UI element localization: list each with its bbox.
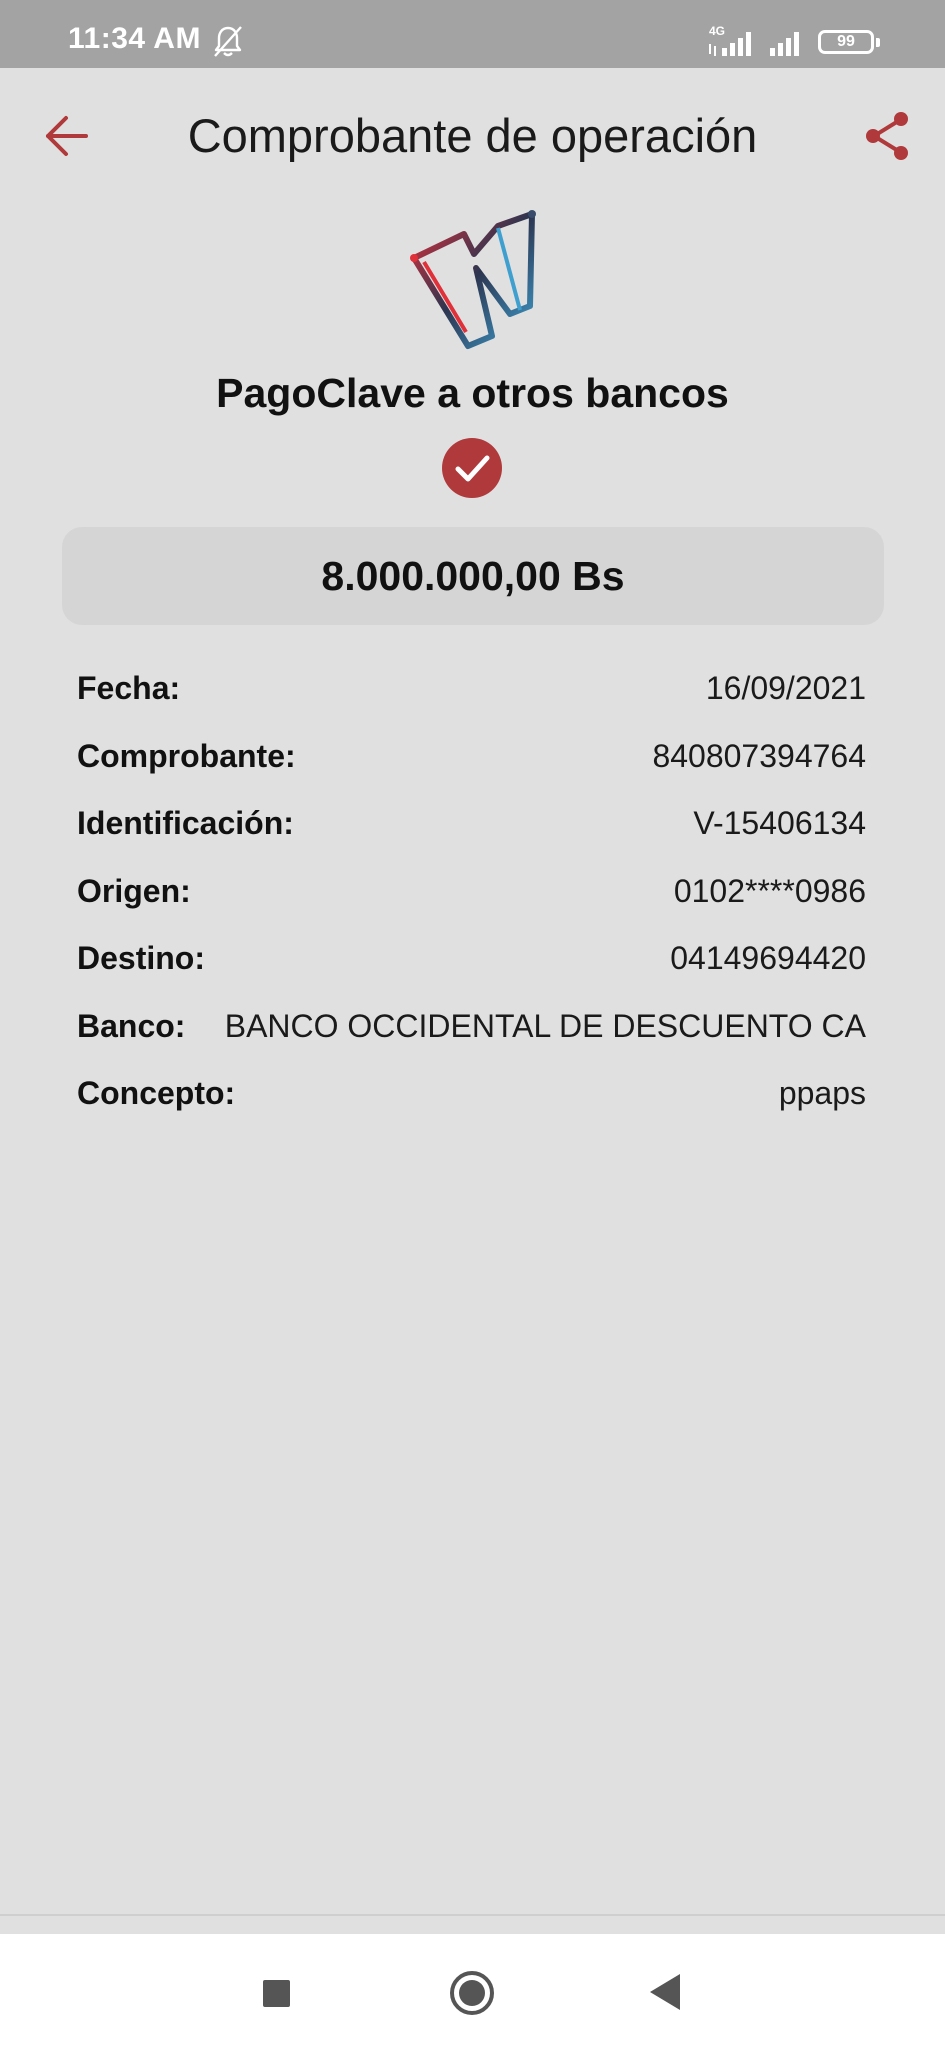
amount-value: 8.000.000,00 Bs <box>321 552 625 599</box>
status-bar: 11:34 AM 4G 99 <box>0 0 945 68</box>
recents-square-icon[interactable] <box>263 1980 290 2007</box>
detail-row-fecha: Fecha: 16/09/2021 <box>77 655 866 723</box>
app-bar: Comprobante de operación <box>0 68 945 208</box>
divider <box>0 1914 945 1916</box>
detail-row-concepto: Concepto: ppaps <box>77 1060 866 1128</box>
detail-label: Comprobante: <box>77 737 296 774</box>
detail-value: ppaps <box>778 1075 866 1112</box>
detail-label: Origen: <box>77 872 191 909</box>
status-time: 11:34 AM <box>68 22 201 55</box>
detail-value: V-15406134 <box>693 805 866 842</box>
signal-icon <box>770 32 799 56</box>
home-circle-icon[interactable] <box>449 1970 495 2016</box>
bank-logo <box>410 210 536 349</box>
details-list: Fecha: 16/09/2021 Comprobante: 840807394… <box>77 655 866 1128</box>
detail-value: BANCO OCCIDENTAL DE DESCUENTO CA <box>224 1007 866 1044</box>
detail-row-comprobante: Comprobante: 840807394764 <box>77 723 866 791</box>
bell-off-icon <box>214 26 242 57</box>
detail-label: Banco: <box>77 1007 186 1044</box>
detail-label: Concepto: <box>77 1075 236 1112</box>
system-nav-bar <box>0 1934 945 2048</box>
back-triangle-icon[interactable] <box>648 1972 682 2012</box>
check-circle-icon <box>442 438 502 498</box>
detail-row-origen: Origen: 0102****0986 <box>77 858 866 926</box>
page-title: Comprobante de operación <box>187 109 758 162</box>
share-icon[interactable] <box>860 108 916 164</box>
detail-label: Destino: <box>77 940 205 977</box>
detail-label: Fecha: <box>77 670 181 707</box>
operation-title: PagoClave a otros bancos <box>216 370 729 416</box>
signal-icon <box>709 32 751 56</box>
detail-value: 840807394764 <box>652 737 866 774</box>
detail-value: 04149694420 <box>670 940 866 977</box>
detail-row-destino: Destino: 04149694420 <box>77 925 866 993</box>
detail-row-banco: Banco: BANCO OCCIDENTAL DE DESCUENTO CA <box>77 993 866 1061</box>
detail-label: Identificación: <box>77 805 294 842</box>
detail-row-identificacion: Identificación: V-15406134 <box>77 790 866 858</box>
amount-card: 8.000.000,00 Bs <box>62 527 884 625</box>
battery-icon: 99 <box>818 30 880 54</box>
detail-value: 0102****0986 <box>673 872 866 909</box>
detail-value: 16/09/2021 <box>705 670 866 707</box>
